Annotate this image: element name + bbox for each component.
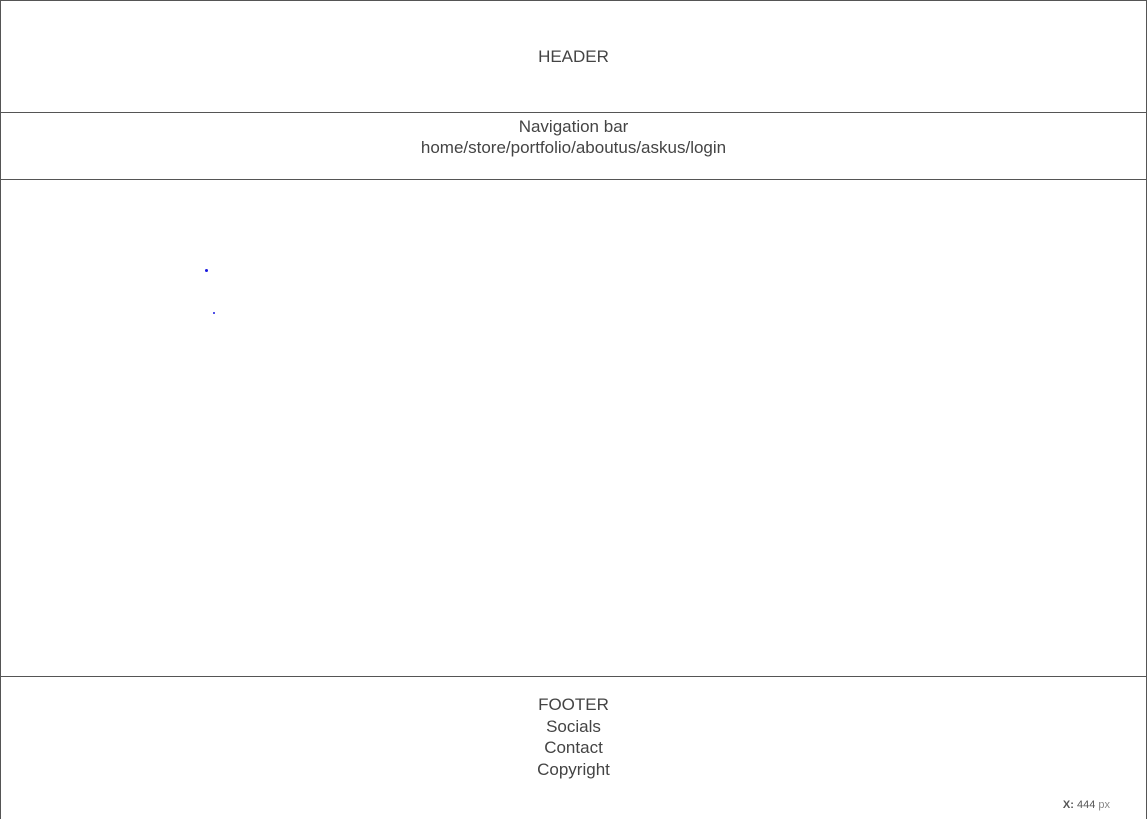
nav-links[interactable]: home/store/portfolio/aboutus/askus/login [421, 137, 726, 158]
coordinate-label: X: [1062, 799, 1074, 811]
coordinate-value: 444 [1076, 799, 1096, 811]
footer-section: FOOTER Socials Contact Copyright [1, 676, 1146, 819]
navigation-bar: Navigation bar home/store/portfolio/abou… [1, 113, 1146, 180]
header-section: HEADER [1, 1, 1146, 113]
wireframe-page: HEADER Navigation bar home/store/portfol… [0, 0, 1147, 819]
main-content-area [1, 180, 1146, 676]
coordinate-unit: px [1098, 799, 1110, 811]
marker-dot [205, 269, 208, 272]
footer-title: FOOTER [538, 695, 609, 714]
nav-title: Navigation bar [518, 117, 629, 136]
footer-copyright: Copyright [537, 759, 610, 779]
marker-dot [213, 312, 215, 314]
footer-contact: Contact [544, 738, 603, 757]
header-title: HEADER [538, 46, 609, 66]
cursor-coordinate-readout: X: 444 px [1063, 799, 1110, 811]
footer-socials: Socials [546, 716, 601, 736]
